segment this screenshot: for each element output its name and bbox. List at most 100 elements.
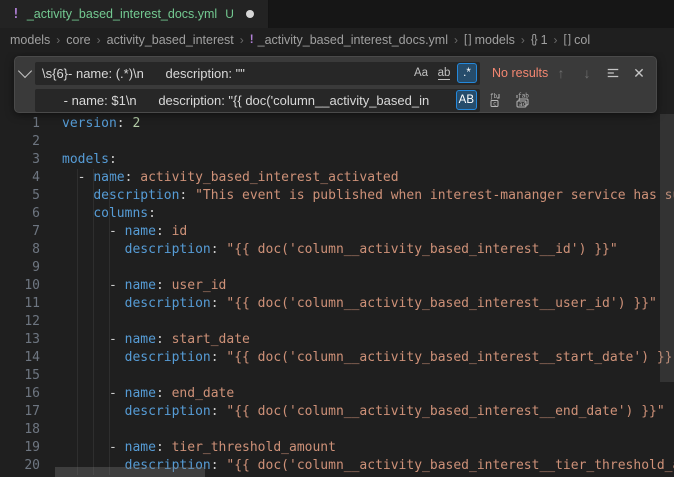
breadcrumb-separator: › — [240, 33, 244, 47]
breadcrumb-label: 1 — [541, 33, 548, 47]
code-line[interactable]: 1version: 2 — [0, 115, 674, 133]
regex-button[interactable]: .* — [457, 63, 477, 83]
code-line[interactable]: 17 description: "{{ doc('column__activit… — [0, 403, 674, 421]
yaml-icon: ! — [250, 34, 254, 46]
yaml-file-icon: ! — [12, 7, 20, 22]
breadcrumb-item[interactable]: models — [10, 33, 50, 47]
code-text — [40, 133, 62, 151]
close-button[interactable]: ✕ — [628, 62, 650, 84]
code-text: columns: — [40, 205, 156, 223]
editor-tab[interactable]: ! _activity_based_interest_docs.yml U — [0, 0, 269, 28]
code-line[interactable]: 16 - name: end_date — [0, 385, 674, 403]
indent-guide — [93, 169, 94, 475]
code-line[interactable]: 7 - name: id — [0, 223, 674, 241]
find-input-value: \s{6}- name: (.*)\n description: "" — [35, 66, 245, 81]
preserve-case-button[interactable]: AB — [456, 90, 477, 110]
git-status-badge: U — [225, 7, 234, 21]
svg-text:ƒb: ƒb — [490, 93, 498, 100]
whole-word-button[interactable]: ab — [434, 63, 454, 83]
line-number: 12 — [0, 313, 40, 331]
code-text: description: "{{ doc('column__activity_b… — [40, 403, 665, 421]
code-line[interactable]: 5 description: "This event is published … — [0, 187, 674, 205]
replace-all-button[interactable]: ƒab ac — [512, 89, 534, 111]
breadcrumb-label: col — [574, 33, 590, 47]
find-next-button[interactable]: ↓ — [576, 62, 598, 84]
editor-pane[interactable]: 1version: 223models:4 - name: activity_b… — [0, 52, 674, 477]
line-number: 13 — [0, 331, 40, 349]
code-line[interactable]: 13 - name: start_date — [0, 331, 674, 349]
svg-text:ƒab: ƒab — [518, 93, 529, 100]
code-line[interactable]: 2 — [0, 133, 674, 151]
code-line[interactable]: 19 - name: tier_threshold_amount — [0, 439, 674, 457]
code-line[interactable]: 15 — [0, 367, 674, 385]
code-text: version: 2 — [40, 115, 140, 133]
line-number: 1 — [0, 115, 40, 133]
vertical-scrollbar[interactable] — [660, 114, 674, 382]
breadcrumb-item[interactable]: {} 1 — [531, 33, 548, 47]
code-line[interactable]: 9 — [0, 259, 674, 277]
code-line[interactable]: 18 — [0, 421, 674, 439]
replace-all-icon: ƒab ac — [515, 92, 531, 108]
code-line[interactable]: 4 - name: activity_based_interest_activa… — [0, 169, 674, 187]
breadcrumb-item[interactable]: [ ]models — [464, 33, 515, 47]
code-line[interactable]: 10 - name: user_id — [0, 277, 674, 295]
breadcrumb-item[interactable]: [ ]col — [564, 33, 591, 47]
find-input[interactable]: \s{6}- name: (.*)\n description: "" Aa a… — [35, 62, 480, 85]
code-line[interactable]: 8 description: "{{ doc('column__activity… — [0, 241, 674, 259]
replace-buttons: ƒb c ƒab ac — [486, 89, 534, 111]
breadcrumb-separator: › — [56, 33, 60, 47]
code-line[interactable]: 3models: — [0, 151, 674, 169]
line-number: 11 — [0, 295, 40, 313]
line-number: 8 — [0, 241, 40, 259]
replace-icon: ƒb c — [489, 92, 505, 108]
replace-button[interactable]: ƒb c — [486, 89, 508, 111]
find-replace-widget: \s{6}- name: (.*)\n description: "" Aa a… — [14, 56, 657, 113]
indent-guide — [109, 169, 110, 475]
vscode-window: ! _activity_based_interest_docs.yml U mo… — [0, 0, 674, 477]
find-previous-button[interactable]: ↑ — [550, 62, 572, 84]
code-line[interactable]: 14 description: "{{ doc('column__activit… — [0, 349, 674, 367]
results-count: No results — [492, 66, 548, 80]
code-text — [40, 259, 62, 277]
replace-input[interactable]: - name: $1\n description: "{{ doc('colum… — [35, 89, 480, 112]
line-number: 19 — [0, 439, 40, 457]
tab-title: _activity_based_interest_docs.yml — [27, 7, 217, 21]
line-number: 6 — [0, 205, 40, 223]
breadcrumb-separator: › — [97, 33, 101, 47]
code-line[interactable]: 12 — [0, 313, 674, 331]
line-number: 10 — [0, 277, 40, 295]
toggle-replace-button[interactable] — [15, 71, 35, 76]
code-text: - name: end_date — [40, 385, 234, 403]
line-number: 17 — [0, 403, 40, 421]
code-text: - name: tier_threshold_amount — [40, 439, 336, 457]
code-text: description: "{{ doc('column__activity_b… — [40, 241, 618, 259]
match-case-button[interactable]: Aa — [411, 63, 431, 83]
chevron-down-icon — [18, 63, 32, 77]
code-line[interactable]: 11 description: "{{ doc('column__activit… — [0, 295, 674, 313]
array-icon: [ ] — [564, 34, 571, 46]
svg-text:ac: ac — [519, 101, 527, 108]
line-number: 3 — [0, 151, 40, 169]
replace-input-value: - name: $1\n description: "{{ doc('colum… — [35, 93, 429, 108]
breadcrumb-item[interactable]: activity_based_interest — [107, 33, 234, 47]
horizontal-scrollbar[interactable] — [55, 467, 205, 477]
svg-text:c: c — [493, 101, 497, 108]
replace-options: AB — [456, 90, 477, 110]
line-number: 14 — [0, 349, 40, 367]
indent-guide — [77, 169, 78, 475]
code-line[interactable]: 6 columns: — [0, 205, 674, 223]
breadcrumb-label: models — [10, 33, 50, 47]
tab-bar: ! _activity_based_interest_docs.yml U — [0, 0, 674, 28]
breadcrumb-separator: › — [521, 33, 525, 47]
modified-dot-icon[interactable] — [246, 10, 254, 18]
breadcrumb-separator: › — [454, 33, 458, 47]
find-row: \s{6}- name: (.*)\n description: "" Aa a… — [15, 61, 650, 85]
code-area[interactable]: 1version: 223models:4 - name: activity_b… — [0, 115, 674, 475]
object-icon: {} — [531, 34, 537, 46]
line-number: 2 — [0, 133, 40, 151]
code-text: models: — [40, 151, 117, 169]
breadcrumb-item[interactable]: !_activity_based_interest_docs.yml — [250, 33, 448, 47]
find-in-selection-button[interactable] — [602, 62, 624, 84]
code-text — [40, 367, 62, 385]
breadcrumb-item[interactable]: core — [66, 33, 90, 47]
